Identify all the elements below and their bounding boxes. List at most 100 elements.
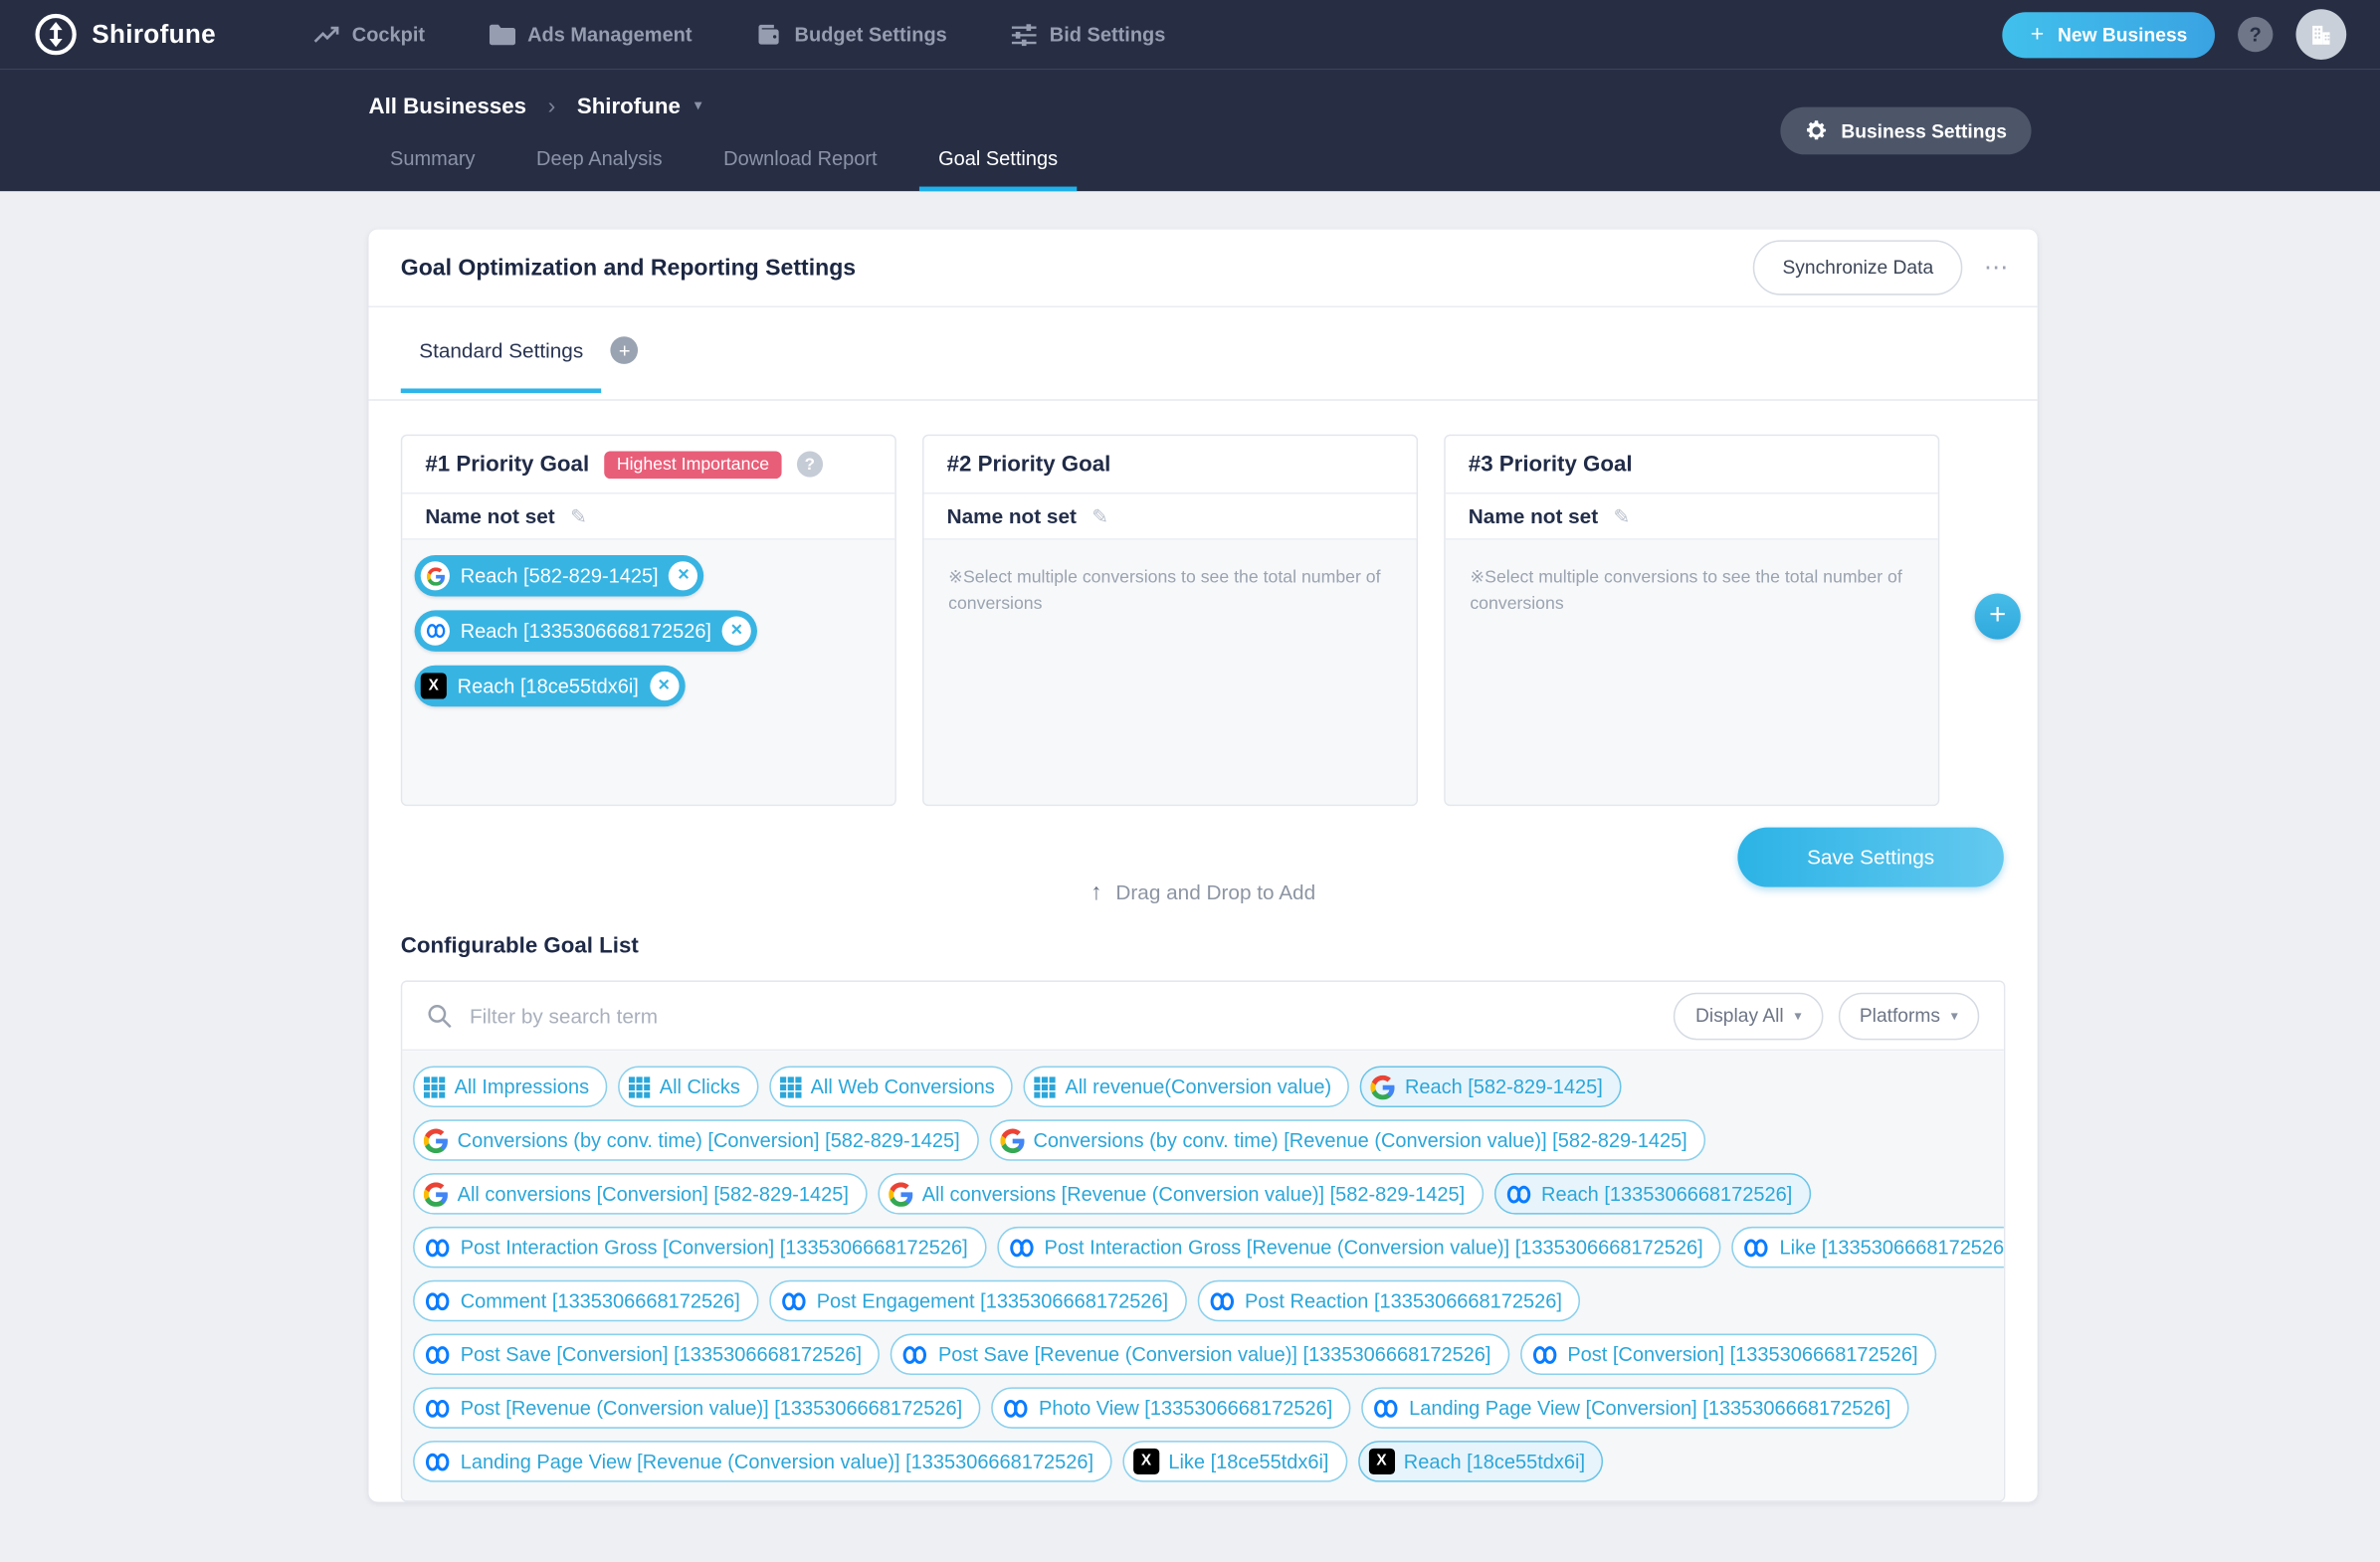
goal-chip[interactable]: All conversions [Revenue (Conversion val… — [878, 1173, 1483, 1215]
goal-chip-label: Post [Revenue (Conversion value)] [13353… — [461, 1397, 962, 1420]
goal-chip[interactable]: Post Interaction Gross [Revenue (Convers… — [997, 1227, 1721, 1269]
meta-icon — [424, 1290, 452, 1312]
page-title: Goal Optimization and Reporting Settings — [401, 255, 856, 281]
help-tooltip-icon[interactable]: ? — [797, 452, 823, 478]
card-title: #1 Priority Goal — [425, 452, 589, 477]
trending-up-icon — [313, 23, 339, 46]
goal-chip[interactable]: Comment [1335306668172526] — [413, 1280, 758, 1322]
breadcrumb-all-businesses[interactable]: All Businesses — [368, 95, 526, 119]
grid-icon — [424, 1075, 446, 1097]
goal-chip[interactable]: Conversions (by conv. time) [Revenue (Co… — [989, 1119, 1705, 1161]
goal-chip[interactable]: Post Save [Conversion] [1335306668172526… — [413, 1334, 880, 1376]
tab-standard-settings[interactable]: Standard Settings — [401, 307, 602, 393]
caret-down-icon[interactable]: ▾ — [694, 98, 702, 114]
edit-name-icon[interactable]: ✎ — [570, 504, 587, 529]
tab-summary[interactable]: Summary — [372, 147, 494, 192]
goal-chip[interactable]: Conversions (by conv. time) [Conversion]… — [413, 1119, 978, 1161]
goal-chip[interactable]: All Web Conversions — [769, 1066, 1013, 1107]
meta-icon — [1530, 1344, 1558, 1366]
goal-drop-zone-1[interactable]: Reach [582-829-1425] ✕ Reach [1335306668… — [402, 540, 894, 805]
wallet-icon — [756, 23, 782, 46]
goal-chip[interactable]: Post Interaction Gross [Conversion] [133… — [413, 1227, 986, 1269]
goal-chip[interactable]: Post Save [Revenue (Conversion value)] [… — [891, 1334, 1509, 1376]
selected-goal-chip[interactable]: Reach [1335306668172526] ✕ — [415, 610, 757, 652]
breadcrumb-business[interactable]: Shirofune — [577, 95, 681, 119]
plus-icon: + — [619, 339, 631, 362]
goal-chip[interactable]: All conversions [Conversion] [582-829-14… — [413, 1173, 867, 1215]
goal-chip[interactable]: Reach [582-829-1425] — [1360, 1066, 1621, 1107]
remove-chip-icon[interactable]: ✕ — [669, 561, 697, 590]
goal-chip[interactable]: Landing Page View [Revenue (Conversion v… — [413, 1441, 1111, 1482]
goal-chip[interactable]: Post Engagement [1335306668172526] — [769, 1280, 1186, 1322]
new-business-button[interactable]: + New Business — [2003, 12, 2215, 58]
goal-chip[interactable]: All Impressions — [413, 1066, 607, 1107]
selected-goal-chip[interactable]: Reach [582-829-1425] ✕ — [415, 555, 704, 597]
goal-chip[interactable]: Post Reaction [1335306668172526] — [1197, 1280, 1580, 1322]
grid-icon — [780, 1075, 802, 1097]
goal-name-label: Name not set — [1469, 504, 1598, 527]
edit-name-icon[interactable]: ✎ — [1614, 504, 1631, 529]
search-input[interactable] — [470, 1004, 1659, 1027]
goal-drop-zone-3[interactable]: ※Select multiple conversions to see the … — [1446, 540, 1938, 805]
goal-chip[interactable]: Like [1335306668172526] — [1732, 1227, 2006, 1269]
meta-icon — [1743, 1237, 1771, 1259]
plus-icon: + — [2031, 22, 2044, 48]
section-tabs: Summary Deep Analysis Download Report Go… — [372, 147, 1077, 192]
brand-name: Shirofune — [92, 19, 216, 50]
nav-item-budget-settings[interactable]: Budget Settings — [756, 23, 947, 46]
goal-chip[interactable]: Reach [1335306668172526] — [1493, 1173, 1810, 1215]
goal-chip[interactable]: All revenue(Conversion value) — [1024, 1066, 1350, 1107]
configurable-goal-list: Display All ▾ Platforms ▾ All Impression… — [401, 980, 2006, 1501]
new-business-label: New Business — [2058, 24, 2187, 46]
goal-chip-label: Reach [18ce55tdx6i] — [1404, 1450, 1585, 1472]
remove-chip-icon[interactable]: ✕ — [650, 672, 679, 700]
goal-chip[interactable]: XLike [18ce55tdx6i] — [1122, 1441, 1347, 1482]
tab-deep-analysis[interactable]: Deep Analysis — [518, 147, 682, 192]
account-avatar[interactable] — [2295, 9, 2346, 60]
edit-name-icon[interactable]: ✎ — [1091, 504, 1108, 529]
add-settings-tab-button[interactable]: + — [611, 336, 639, 364]
goal-chip[interactable]: Landing Page View [Conversion] [13353066… — [1361, 1387, 1908, 1429]
chevron-right-icon: › — [548, 94, 556, 119]
goal-chip-label: Post Save [Revenue (Conversion value)] [… — [938, 1343, 1491, 1366]
top-navbar: Shirofune Cockpit Ads Management Budget … — [0, 0, 2380, 69]
more-menu-icon[interactable]: ⋯ — [1984, 253, 2010, 284]
goal-name-label: Name not set — [947, 504, 1077, 527]
goal-chip-label: Post Reaction [1335306668172526] — [1245, 1289, 1562, 1312]
goal-chip[interactable]: Photo View [1335306668172526] — [991, 1387, 1350, 1429]
goal-chip-list: All Impressions All Clicks All Web Conve… — [402, 1051, 2004, 1500]
save-settings-button[interactable]: Save Settings — [1737, 828, 2003, 887]
tab-download-report[interactable]: Download Report — [705, 147, 895, 192]
meta-icon — [424, 1344, 452, 1366]
display-all-dropdown[interactable]: Display All ▾ — [1675, 992, 1823, 1040]
meta-icon — [424, 1397, 452, 1419]
goal-chip[interactable]: All Clicks — [618, 1066, 758, 1107]
add-priority-goal-button[interactable]: + — [1975, 593, 2021, 639]
drop-zone-note: ※Select multiple conversions to see the … — [936, 555, 1404, 630]
arrow-up-icon: ↑ — [1091, 879, 1102, 905]
goal-chip[interactable]: Post [Revenue (Conversion value)] [13353… — [413, 1387, 981, 1429]
nav-item-bid-settings[interactable]: Bid Settings — [1011, 23, 1165, 46]
selected-goal-chip[interactable]: X Reach [18ce55tdx6i] ✕ — [415, 666, 685, 707]
chip-label: Reach [582-829-1425] — [461, 564, 659, 587]
nav-item-cockpit[interactable]: Cockpit — [313, 23, 425, 46]
goal-chip-label: Comment [1335306668172526] — [461, 1289, 740, 1312]
page: Shirofune Cockpit Ads Management Budget … — [0, 0, 2380, 1562]
goal-chip-label: All Impressions — [455, 1075, 589, 1098]
tab-goal-settings[interactable]: Goal Settings — [920, 147, 1077, 192]
goal-chip-label: Reach [582-829-1425] — [1405, 1075, 1603, 1098]
goal-drop-zone-2[interactable]: ※Select multiple conversions to see the … — [924, 540, 1417, 805]
help-button[interactable]: ? — [2238, 17, 2273, 52]
platforms-dropdown[interactable]: Platforms ▾ — [1838, 992, 1979, 1040]
caret-down-icon: ▾ — [1794, 1007, 1801, 1024]
remove-chip-icon[interactable]: ✕ — [722, 617, 751, 646]
synchronize-data-button[interactable]: Synchronize Data — [1753, 240, 1962, 294]
goal-chip[interactable]: Post [Conversion] [1335306668172526] — [1520, 1334, 1936, 1376]
nav-item-ads-management[interactable]: Ads Management — [490, 23, 693, 46]
goal-chip[interactable]: XReach [18ce55tdx6i] — [1358, 1441, 1604, 1482]
shirofune-logo-icon — [34, 12, 79, 57]
brand[interactable]: Shirofune — [34, 12, 216, 57]
chip-label: Reach [1335306668172526] — [461, 620, 711, 643]
search-icon — [427, 1003, 453, 1029]
business-settings-button[interactable]: Business Settings — [1780, 107, 2032, 155]
